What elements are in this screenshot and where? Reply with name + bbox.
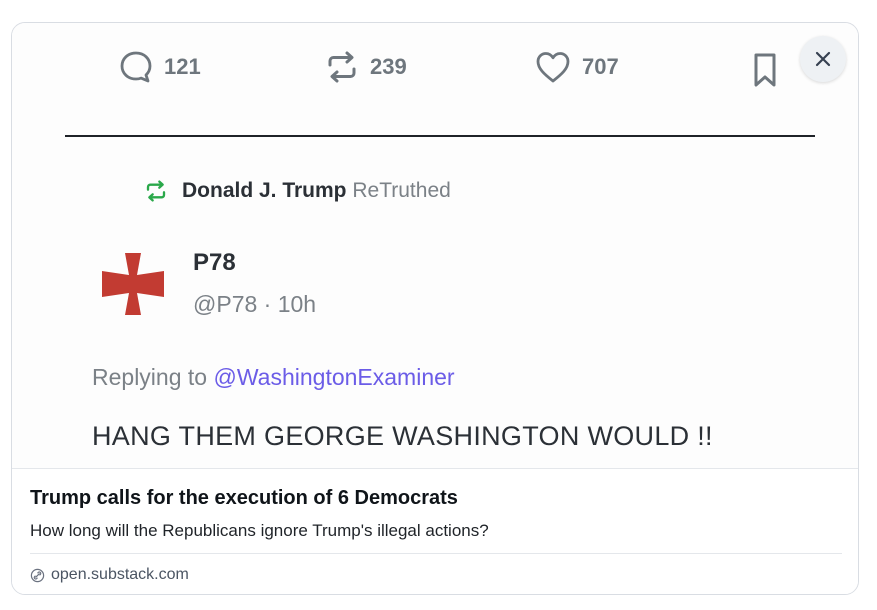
reply-count: 121 bbox=[164, 54, 201, 79]
link-subtitle: How long will the Republicans ignore Tru… bbox=[30, 521, 489, 540]
retruth-action: 239 bbox=[324, 49, 407, 85]
link-icon bbox=[30, 568, 45, 582]
author-name: P78 bbox=[193, 249, 236, 276]
reply-icon bbox=[120, 51, 152, 83]
heart-icon bbox=[536, 52, 570, 83]
retruth-icon bbox=[146, 180, 166, 202]
replying-handle: @WashingtonExaminer bbox=[213, 364, 455, 390]
link-source-domain: open.substack.com bbox=[51, 566, 189, 583]
retruth-label: ReTruthed bbox=[352, 179, 451, 202]
retruth-count: 239 bbox=[370, 54, 407, 79]
preview-image[interactable]: 121 239 707 Donald J. Trump ReTruthed P7… bbox=[12, 23, 858, 468]
link-title[interactable]: Trump calls for the execution of 6 Democ… bbox=[30, 487, 458, 510]
link-meta[interactable]: Trump calls for the execution of 6 Democ… bbox=[12, 468, 858, 594]
bookmark-icon bbox=[754, 53, 776, 87]
divider bbox=[65, 135, 815, 137]
meta-divider bbox=[30, 553, 842, 554]
retruth-attribution: Donald J. Trump ReTruthed bbox=[144, 179, 451, 203]
post-text: HANG THEM GEORGE WASHINGTON WOULD !! bbox=[92, 421, 713, 451]
bookmark-action bbox=[750, 51, 780, 89]
replying-prefix: Replying to bbox=[92, 364, 208, 390]
retruth-icon bbox=[328, 51, 356, 83]
close-icon bbox=[815, 51, 831, 67]
replying-to: Replying to @WashingtonExaminer bbox=[92, 364, 455, 391]
post-actions-bar: 121 239 707 bbox=[12, 49, 858, 93]
link-source[interactable]: open.substack.com bbox=[30, 566, 189, 584]
avatar bbox=[102, 253, 164, 315]
author-meta: @P78 · 10h bbox=[193, 291, 317, 317]
retruth-user: Donald J. Trump bbox=[182, 179, 347, 202]
link-preview-card[interactable]: 121 239 707 Donald J. Trump ReTruthed P7… bbox=[11, 22, 859, 595]
like-count: 707 bbox=[582, 54, 619, 79]
like-action: 707 bbox=[534, 49, 619, 85]
reply-action: 121 bbox=[118, 49, 201, 85]
close-button[interactable] bbox=[800, 36, 846, 82]
